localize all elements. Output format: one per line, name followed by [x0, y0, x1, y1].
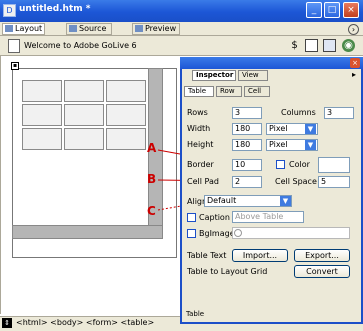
table-cell[interactable] [22, 104, 62, 126]
tab-menu-arrow-icon[interactable]: › [348, 24, 359, 35]
tab-layout[interactable]: Layout [2, 23, 45, 35]
layout-icon [5, 25, 13, 32]
cellpad-label: Cell Pad [187, 177, 219, 186]
view-tab-bar [0, 22, 363, 36]
annotation-label-a: A [147, 141, 157, 155]
layoutgrid-label: Table to Layout Grid [187, 267, 268, 276]
preview-icon [135, 25, 143, 32]
annotation-label-b: B [147, 172, 157, 186]
color-label: Color [289, 160, 310, 169]
cellpad-field[interactable]: 2 [232, 176, 262, 188]
color-swatch[interactable] [318, 157, 350, 173]
align-select[interactable]: Default [204, 195, 292, 207]
border-field[interactable]: 10 [232, 159, 262, 171]
table-cell[interactable] [22, 128, 62, 150]
inspector-close-icon[interactable]: × [350, 58, 360, 68]
rows-field[interactable]: 3 [232, 107, 262, 119]
table-cell[interactable] [22, 80, 62, 102]
table-icon[interactable] [323, 39, 336, 52]
chevron-down-icon[interactable]: ▼ [305, 140, 316, 150]
table-cell[interactable] [64, 104, 104, 126]
close-button[interactable]: × [343, 2, 359, 18]
tabletext-label: Table Text [187, 251, 227, 260]
chevron-down-icon[interactable]: ▼ [305, 124, 316, 134]
table-cell[interactable] [106, 128, 146, 150]
bgimage-field[interactable] [232, 227, 350, 239]
inspector-panel [180, 57, 363, 324]
inspector-caption-bar[interactable] [180, 57, 363, 69]
tab-cell[interactable]: Cell [244, 86, 270, 97]
columns-label: Columns [281, 108, 316, 117]
settings-icon[interactable]: $ [288, 39, 301, 52]
tab-row[interactable]: Row [216, 86, 242, 97]
annotation-label-c: C [147, 204, 156, 218]
table-cell[interactable] [64, 128, 104, 150]
document-title: Welcome to Adobe GoLive 6 [24, 41, 137, 50]
columns-field[interactable]: 3 [324, 107, 354, 119]
maximize-button[interactable]: □ [324, 2, 340, 18]
height-field[interactable]: 180 [232, 139, 262, 151]
tab-preview[interactable]: Preview [132, 23, 180, 35]
tag-path[interactable]: <html> <body> <form> <table> [16, 318, 154, 327]
panel-menu-icon[interactable]: ▸ [352, 70, 356, 79]
border-label: Border [187, 160, 214, 169]
table-cell[interactable] [106, 104, 146, 126]
color-checkbox[interactable] [276, 160, 285, 169]
cellspace-label: Cell Space [275, 177, 317, 186]
tag-toggle-icon[interactable]: ⇕ [2, 318, 12, 328]
app-icon: D [3, 4, 16, 17]
width-field[interactable]: 180 [232, 123, 262, 135]
caption-select[interactable]: Above Table [232, 211, 304, 223]
page-icon[interactable] [8, 39, 20, 53]
rows-label: Rows [187, 108, 208, 117]
minimize-button[interactable]: _ [306, 2, 322, 18]
caption-checkbox[interactable] [187, 213, 196, 222]
window-title: untitled.htm * [19, 4, 91, 14]
tab-source[interactable]: Source [66, 23, 112, 35]
import-button[interactable]: Import... [232, 249, 288, 262]
table-cell[interactable] [64, 80, 104, 102]
tab-table[interactable]: Table [184, 86, 214, 97]
point-and-shoot-icon[interactable] [234, 229, 242, 237]
convert-button[interactable]: Convert [294, 265, 350, 278]
chevron-down-icon[interactable]: ▼ [280, 196, 291, 206]
table-select-handle[interactable]: ▪ [11, 62, 19, 70]
table-border-bottom [12, 225, 163, 239]
tab-view[interactable]: View [238, 70, 268, 81]
table-cell[interactable] [106, 80, 146, 102]
width-label: Width [187, 124, 211, 133]
inspector-footer-label: Table [186, 310, 205, 318]
cellspace-field[interactable]: 5 [318, 176, 350, 188]
bgimage-label: BgImage [199, 229, 235, 238]
caption-label: Caption [199, 213, 230, 222]
bgimage-checkbox[interactable] [187, 229, 196, 238]
tab-inspector[interactable]: Inspector [192, 70, 236, 81]
source-icon [69, 25, 77, 32]
globe-icon[interactable]: ◉ [342, 39, 355, 52]
height-label: Height [187, 140, 214, 149]
grid-icon[interactable] [305, 39, 318, 52]
export-button[interactable]: Export... [294, 249, 350, 262]
